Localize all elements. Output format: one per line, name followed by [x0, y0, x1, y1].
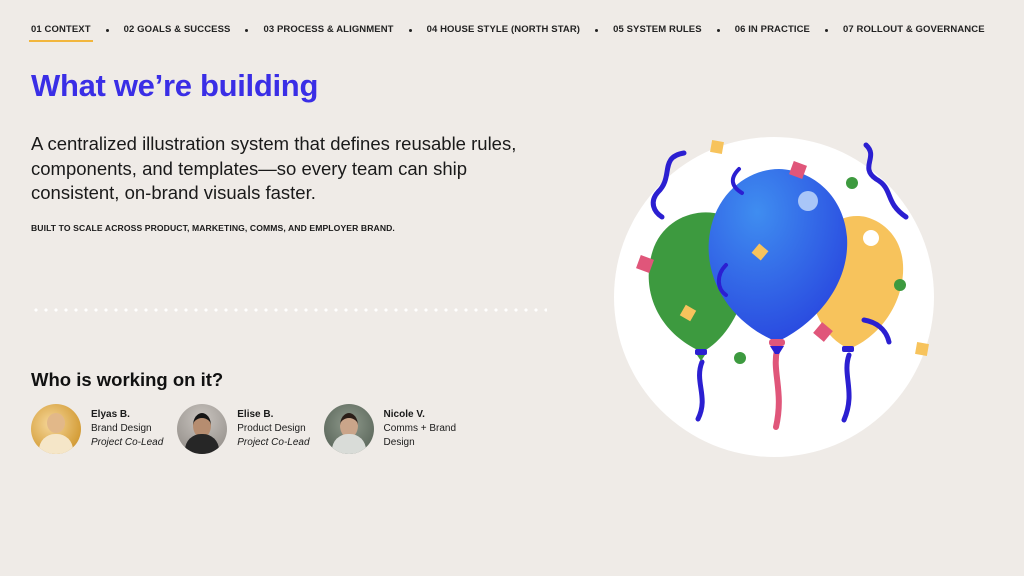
team-member: Nicole V. Comms + Brand Design: [323, 404, 472, 454]
nav-separator: [245, 28, 249, 32]
avatar: [177, 404, 228, 454]
dotted-divider: [31, 308, 547, 312]
avatar: [31, 404, 81, 454]
member-info: Nicole V. Comms + Brand Design: [384, 404, 472, 450]
balloons-illustration: [614, 137, 934, 457]
nav-item-system-rules[interactable]: 05 SYSTEM RULES: [613, 24, 702, 42]
nav-item-in-practice[interactable]: 06 IN PRACTICE: [735, 24, 810, 42]
member-role: Product Design: [237, 423, 306, 434]
lead-paragraph: A centralized illustration system that d…: [31, 133, 517, 203]
nav-item-house-style[interactable]: 04 HOUSE STYLE (NORTH STAR): [427, 24, 580, 42]
member-name: Elyas B.: [91, 409, 130, 420]
member-role-secondary: Project Co-Lead: [237, 437, 310, 448]
avatar: [323, 404, 374, 454]
team-member: Elyas B. Brand Design Project Co-Lead: [31, 404, 163, 454]
nav-item-context[interactable]: 01 CONTEXT: [29, 24, 93, 42]
member-name: Nicole V.: [383, 409, 425, 420]
member-role-secondary: Project Co-Lead: [91, 437, 164, 448]
nav-separator: [825, 28, 828, 32]
kicker-text: BUILT TO SCALE ACROSS PRODUCT, MARKETING…: [31, 223, 395, 233]
page-title: What we’re building: [31, 68, 319, 103]
team-heading: Who is working on it?: [31, 369, 224, 390]
section-nav: 01 CONTEXT 02 GOALS & SUCCESS 03 PROCESS…: [29, 24, 1004, 42]
team-member: Elise B. Product Design Project Co-Lead: [177, 404, 310, 454]
nav-separator: [408, 28, 412, 32]
member-info: Elyas B. Brand Design Project Co-Lead: [91, 404, 163, 450]
nav-item-rollout[interactable]: 07 ROLLOUT & GOVERNANCE: [843, 24, 985, 42]
nav-separator: [105, 28, 109, 32]
member-info: Elise B. Product Design Project Co-Lead: [237, 404, 309, 450]
member-role: Comms + Brand Design: [383, 423, 457, 448]
nav-item-goals[interactable]: 02 GOALS & SUCCESS: [124, 24, 231, 42]
nav-separator: [595, 28, 599, 32]
nav-separator: [716, 28, 720, 32]
team-list: Elyas B. Brand Design Project Co-Lead El…: [31, 404, 486, 454]
nav-item-process[interactable]: 03 PROCESS & ALIGNMENT: [263, 24, 393, 42]
member-role: Brand Design: [91, 423, 152, 434]
member-name: Elise B.: [237, 409, 274, 420]
